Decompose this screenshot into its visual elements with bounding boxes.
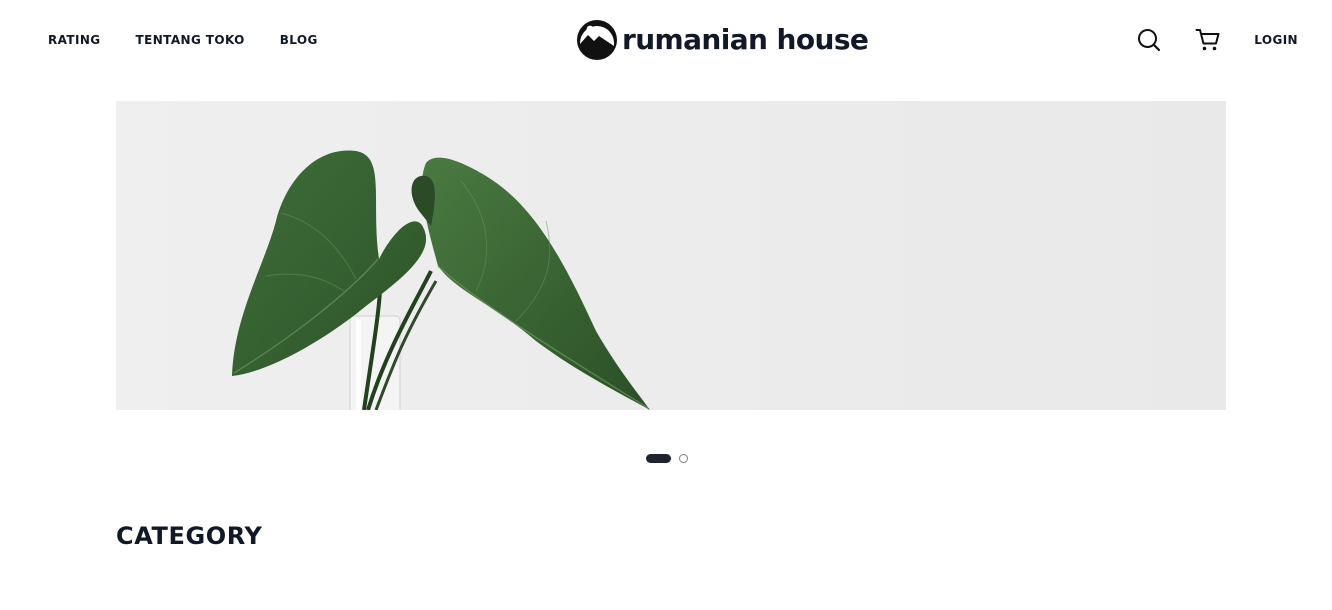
brand-logo[interactable]: rumanian house [576,19,869,61]
brand-name: rumanian house [622,23,869,56]
search-icon [1138,29,1161,52]
nav-link-tentang-toko[interactable]: TENTANG TOKO [136,33,245,47]
cart-icon [1195,29,1220,51]
primary-nav: RATING TENTANG TOKO BLOG [48,33,318,47]
carousel-dot-active[interactable] [646,454,671,463]
hero-image [232,150,650,410]
carousel-indicators [646,454,688,463]
carousel-dot[interactable] [679,454,688,463]
login-link[interactable]: LOGIN [1254,33,1298,47]
nav-link-rating[interactable]: RATING [48,33,101,47]
logo-mark-icon [577,20,617,60]
cart-button[interactable] [1195,27,1221,53]
hero-banner[interactable] [116,101,1226,410]
utility-nav: LOGIN [1136,27,1298,53]
site-header: RATING TENTANG TOKO BLOG rumanian house … [0,0,1332,80]
category-heading: CATEGORY [116,522,263,550]
search-button[interactable] [1136,27,1162,53]
nav-link-blog[interactable]: BLOG [280,33,318,47]
